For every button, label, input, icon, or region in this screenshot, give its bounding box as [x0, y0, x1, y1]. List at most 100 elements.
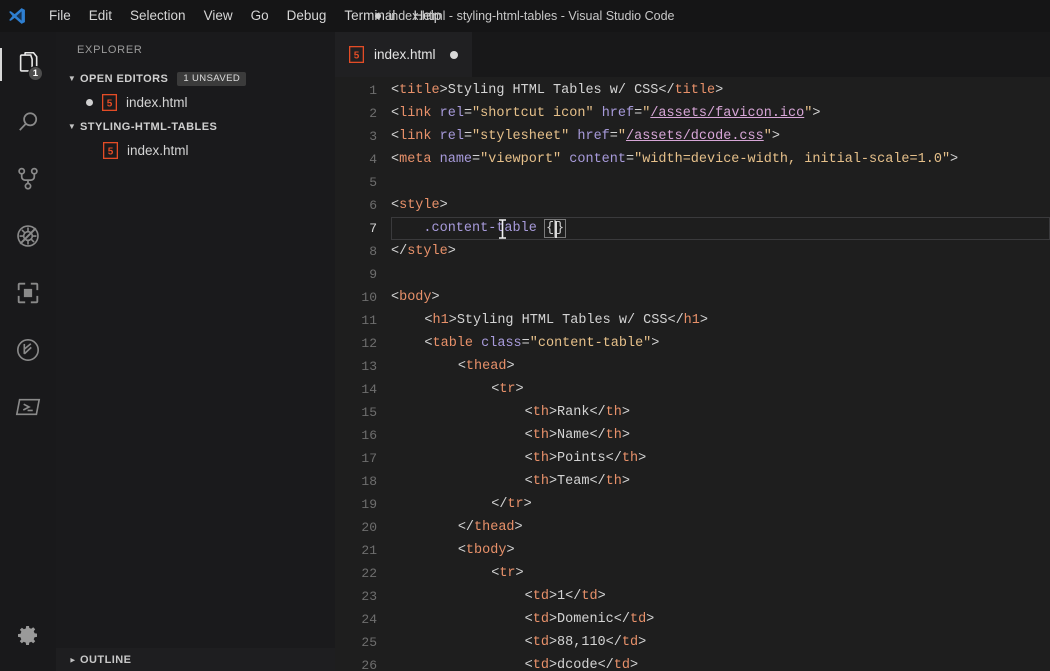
code-token: >: [515, 382, 524, 397]
code-token: tr: [507, 497, 524, 512]
code-line[interactable]: 21 < tbody >: [335, 539, 1050, 562]
line-number: 19: [361, 497, 377, 512]
code-line[interactable]: 12 < table class = "content-table" >: [335, 332, 1050, 355]
code-token: >: [638, 451, 647, 466]
menu-debug[interactable]: Debug: [278, 3, 336, 29]
code-token: "stylesheet": [472, 129, 570, 144]
code-line-text: < thead >: [391, 355, 1050, 378]
code-token: /assets/dcode.css: [626, 129, 764, 144]
project-file-index-html[interactable]: 5 index.html: [56, 138, 335, 163]
code-line[interactable]: 8 </style >: [335, 240, 1050, 263]
code-token: >: [431, 290, 440, 305]
activity-search[interactable]: [0, 93, 56, 150]
menu-terminal[interactable]: Terminal: [335, 3, 404, 29]
menu-go[interactable]: Go: [242, 3, 278, 29]
code-line[interactable]: 10 < body >: [335, 286, 1050, 309]
code-token: </: [565, 589, 582, 604]
activity-manage-settings[interactable]: [0, 606, 56, 663]
code-token: name: [439, 152, 473, 167]
code-line[interactable]: 22 < tr >: [335, 562, 1050, 585]
code-line[interactable]: 5: [335, 171, 1050, 194]
line-number: 5: [369, 175, 377, 190]
code-line[interactable]: 3 < link rel = "stylesheet" href = "/assets/dc…: [335, 125, 1050, 148]
editor-group: 5 index.html 1 < title > Styling HTML Tables…: [335, 32, 1050, 671]
svg-text:5: 5: [107, 98, 113, 109]
code-token: >: [548, 612, 558, 627]
code-token: th: [605, 405, 622, 420]
activity-extensions[interactable]: [0, 264, 56, 321]
activity-bar-bottom: [0, 606, 56, 663]
code-token: thead: [465, 359, 507, 374]
activity-timeline[interactable]: [0, 321, 56, 378]
code-line[interactable]: 18 < th > Team </th >: [335, 470, 1050, 493]
code-token: >: [448, 313, 457, 328]
code-line-text: < h1 > Styling HTML Tables w/ CSS </h1 >: [391, 309, 1050, 332]
code-token: td: [532, 635, 549, 650]
code-line[interactable]: 15 < th > Rank </th >: [335, 401, 1050, 424]
code-line-text: < td > Domenic </td >: [391, 608, 1050, 631]
code-line[interactable]: 25 < td >88,110 </td >: [335, 631, 1050, 654]
code-line-text: < body >: [391, 286, 1050, 309]
code-token: th: [532, 428, 549, 443]
code-line-text: < th > Points </th >: [391, 447, 1050, 470]
code-line[interactable]: 24 < td > Domenic </td >: [335, 608, 1050, 631]
activity-source-control[interactable]: [0, 150, 56, 207]
menu-file[interactable]: File: [40, 3, 80, 29]
menu-edit[interactable]: Edit: [80, 3, 121, 29]
code-line[interactable]: 23 < td >1 </td >: [335, 585, 1050, 608]
menu-help[interactable]: Help: [404, 3, 450, 29]
code-line[interactable]: 6 < style >: [335, 194, 1050, 217]
activity-run-and-debug[interactable]: [0, 207, 56, 264]
code-token: >: [950, 152, 959, 167]
line-number: 10: [361, 290, 377, 305]
code-line[interactable]: 13 < thead >: [335, 355, 1050, 378]
code-line[interactable]: 20 </thead >: [335, 516, 1050, 539]
section-open-editors[interactable]: ▼ OPEN EDITORS 1 UNSAVED: [56, 67, 335, 90]
code-token: </: [589, 474, 606, 489]
code-line-text: [391, 263, 1050, 286]
code-token: <: [524, 658, 533, 671]
code-line[interactable]: 1 < title > Styling HTML Tables w/ CSS </titl…: [335, 79, 1050, 102]
code-line[interactable]: 2 < link rel = "shortcut icon" href = "/assets…: [335, 102, 1050, 125]
code-line[interactable]: 4 < meta name = "viewport" content = "width=de…: [335, 148, 1050, 171]
tab-index-html[interactable]: 5 index.html: [335, 32, 472, 77]
code-line-text: < meta name = "viewport" content = "width=dev…: [391, 148, 1050, 171]
chevron-right-icon: ▼: [67, 655, 77, 664]
code-token: Styling HTML Tables w/ CSS: [456, 313, 668, 328]
tab-dirty-indicator-icon[interactable]: [449, 50, 458, 59]
code-line[interactable]: 19 </tr >: [335, 493, 1050, 516]
activity-powershell-terminal[interactable]: [0, 378, 56, 435]
menu-view[interactable]: View: [195, 3, 242, 29]
code-token: >: [621, 474, 630, 489]
section-project-folder[interactable]: ▼ STYLING-HTML-TABLES: [56, 115, 335, 138]
code-token: >: [548, 405, 558, 420]
code-token: ": [804, 106, 813, 121]
code-editor[interactable]: 1 < title > Styling HTML Tables w/ CSS </titl…: [335, 77, 1050, 671]
code-line[interactable]: 16 < th > Name </th >: [335, 424, 1050, 447]
code-line[interactable]: 7 .content-table {}: [335, 217, 1050, 240]
activity-explorer[interactable]: 1: [0, 36, 56, 93]
section-outline[interactable]: ▼ OUTLINE: [56, 648, 335, 671]
tab-label: index.html: [374, 47, 436, 62]
menu-selection[interactable]: Selection: [121, 3, 195, 29]
code-token: style: [399, 198, 440, 213]
code-token: href: [577, 129, 610, 144]
code-line[interactable]: 26 < td > dcode </td >: [335, 654, 1050, 671]
code-line[interactable]: 14 < tr >: [335, 378, 1050, 401]
code-token: "shortcut icon": [472, 106, 594, 121]
open-editor-item-index-html[interactable]: 5 index.html: [56, 90, 335, 115]
line-number: 21: [361, 543, 377, 558]
code-token: content: [569, 152, 626, 167]
code-line[interactable]: 17 < th > Points </th >: [335, 447, 1050, 470]
code-line[interactable]: 9: [335, 263, 1050, 286]
line-number: 14: [361, 382, 377, 397]
code-token: href: [601, 106, 635, 121]
code-line[interactable]: 11 < h1 > Styling HTML Tables w/ CSS </h1 >: [335, 309, 1050, 332]
outline-label: OUTLINE: [80, 653, 132, 666]
